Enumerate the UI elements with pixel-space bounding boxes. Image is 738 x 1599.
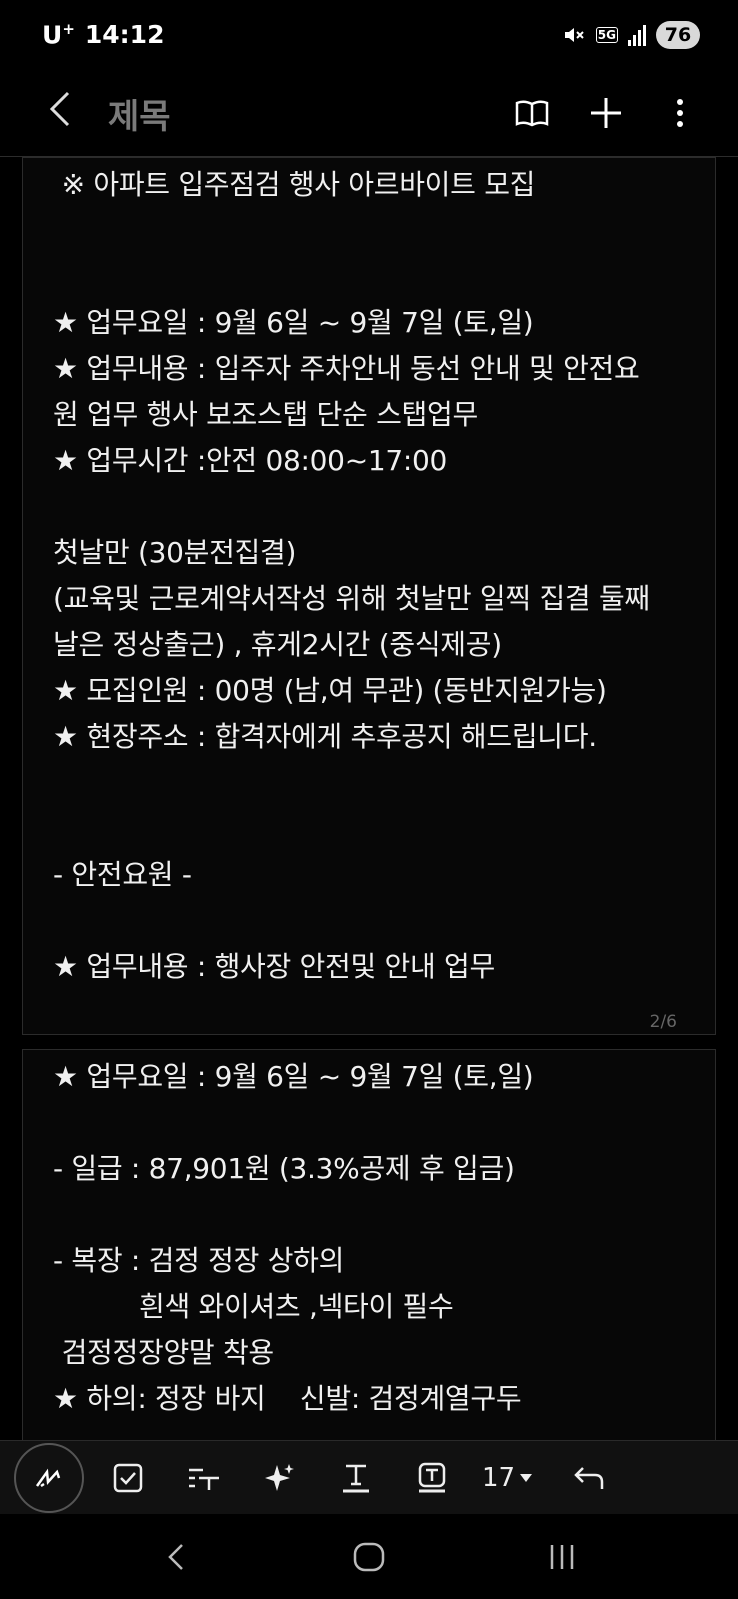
note-line[interactable]: - 복장 : 검정 정장 상하의 bbox=[53, 1238, 685, 1284]
underline-text-icon bbox=[343, 1464, 369, 1492]
text-style-icon bbox=[189, 1468, 219, 1490]
note-page-2[interactable]: ★ 업무요일 : 9월 6일 ~ 9월 7일 (토,일) - 일급 : 87,9… bbox=[22, 1049, 716, 1440]
dropdown-arrow-icon bbox=[520, 1473, 533, 1482]
system-nav-bar bbox=[0, 1514, 738, 1599]
note-line[interactable]: ★ 업무요일 : 9월 6일 ~ 9월 7일 (토,일) bbox=[53, 1054, 685, 1100]
more-vert-icon bbox=[677, 99, 683, 127]
app-bar: 제목 bbox=[0, 70, 738, 156]
note-line[interactable]: ※ 아파트 입주점검 행사 아르바이트 모집 bbox=[53, 162, 685, 208]
note-line[interactable]: 원 업무 행사 보조스탭 단순 스탭업무 bbox=[53, 392, 685, 438]
nav-home-button[interactable] bbox=[339, 1527, 399, 1587]
sparkle-icon bbox=[265, 1463, 294, 1491]
back-button[interactable] bbox=[48, 89, 88, 138]
checkbox-icon bbox=[113, 1463, 143, 1492]
note-line[interactable]: ★ 업무시간 :안전 08:00~17:00 bbox=[53, 438, 685, 484]
checklist-button[interactable] bbox=[102, 1452, 154, 1504]
note-title[interactable]: 제목 bbox=[108, 89, 514, 138]
pen-mode-button[interactable] bbox=[14, 1442, 84, 1513]
top-toolbar bbox=[514, 95, 698, 131]
note-line[interactable] bbox=[53, 254, 685, 300]
note-line[interactable] bbox=[53, 898, 685, 944]
carrier-label: U+ bbox=[42, 20, 75, 50]
note-line[interactable]: ★ 하의: 정장 바지 신발: 검정계열구두 bbox=[53, 1376, 685, 1422]
status-bar: U+ 14:12 5G 76 bbox=[0, 0, 738, 70]
home-icon bbox=[353, 1542, 385, 1571]
note-line[interactable] bbox=[53, 1100, 685, 1146]
text-box-icon bbox=[418, 1462, 446, 1492]
note-line[interactable]: (교육및 근로계약서작성 위해 첫날만 일찍 집결 둘째 bbox=[53, 576, 685, 622]
note-line[interactable]: ★ 업무내용 : 입주자 주차안내 동선 안내 및 안전요 bbox=[53, 346, 685, 392]
more-options-button[interactable] bbox=[662, 95, 698, 131]
plus-icon bbox=[591, 98, 621, 128]
undo-icon bbox=[574, 1466, 604, 1489]
note-line[interactable] bbox=[53, 484, 685, 530]
book-icon bbox=[515, 100, 549, 127]
note-line[interactable] bbox=[53, 208, 685, 254]
note-page-1[interactable]: ※ 아파트 입주점검 행사 아르바이트 모집 ★ 업무요일 : 9월 6일 ~ … bbox=[22, 157, 716, 1035]
page-number: 2/6 bbox=[649, 1012, 677, 1032]
note-line[interactable]: ★ 모집인원 : 00명 (남,여 무관) (동반지원가능) bbox=[53, 668, 685, 714]
note-line[interactable]: 첫날만 (30분전집결) bbox=[53, 530, 685, 576]
battery-badge: 76 bbox=[656, 21, 700, 49]
reading-mode-button[interactable] bbox=[514, 95, 550, 131]
clock: 14:12 bbox=[84, 20, 165, 50]
ai-assist-button[interactable] bbox=[254, 1452, 306, 1504]
text-format-button[interactable] bbox=[330, 1452, 382, 1504]
recents-icon bbox=[550, 1544, 573, 1569]
note-line[interactable]: ★ 현장주소 : 합격자에게 추후공지 해드립니다. bbox=[53, 714, 685, 760]
note-line[interactable] bbox=[53, 806, 685, 852]
note-line[interactable] bbox=[53, 1192, 685, 1238]
signal-icon bbox=[628, 24, 646, 46]
nav-recents-button[interactable] bbox=[532, 1527, 592, 1587]
font-size-selector[interactable]: 17 bbox=[482, 1463, 533, 1493]
undo-button[interactable] bbox=[563, 1452, 615, 1504]
text-box-button[interactable] bbox=[406, 1452, 458, 1504]
note-line[interactable]: - 안전요원 - bbox=[53, 852, 685, 898]
pen-icon bbox=[35, 1468, 61, 1487]
mute-icon bbox=[564, 28, 584, 42]
note-line[interactable]: - 일급 : 87,901원 (3.3%공제 후 입금) bbox=[53, 1146, 685, 1192]
nav-back-button[interactable] bbox=[146, 1527, 206, 1587]
font-size-value: 17 bbox=[482, 1462, 516, 1493]
add-button[interactable] bbox=[588, 95, 624, 131]
status-left: U+ 14:12 bbox=[42, 20, 164, 49]
format-toolbar: 17 bbox=[0, 1440, 738, 1514]
note-line[interactable]: ★ 업무요일 : 9월 6일 ~ 9월 7일 (토,일) bbox=[53, 300, 685, 346]
note-line[interactable] bbox=[53, 760, 685, 806]
nav-back-icon bbox=[168, 1543, 184, 1570]
note-line[interactable]: ★ 업무내용 : 행사장 안전및 안내 업무 bbox=[53, 944, 685, 990]
network-type-badge: 5G bbox=[595, 27, 618, 43]
back-arrow-icon bbox=[49, 91, 70, 126]
note-line[interactable]: 검정정장양말 착용 bbox=[53, 1330, 685, 1376]
note-line[interactable]: 흰색 와이셔츠 ,넥타이 필수 bbox=[53, 1284, 685, 1330]
text-style-button[interactable] bbox=[178, 1452, 230, 1504]
status-right: 5G 76 bbox=[562, 21, 700, 49]
note-line[interactable]: 날은 정상출근) , 휴게2시간 (중식제공) bbox=[53, 622, 685, 668]
